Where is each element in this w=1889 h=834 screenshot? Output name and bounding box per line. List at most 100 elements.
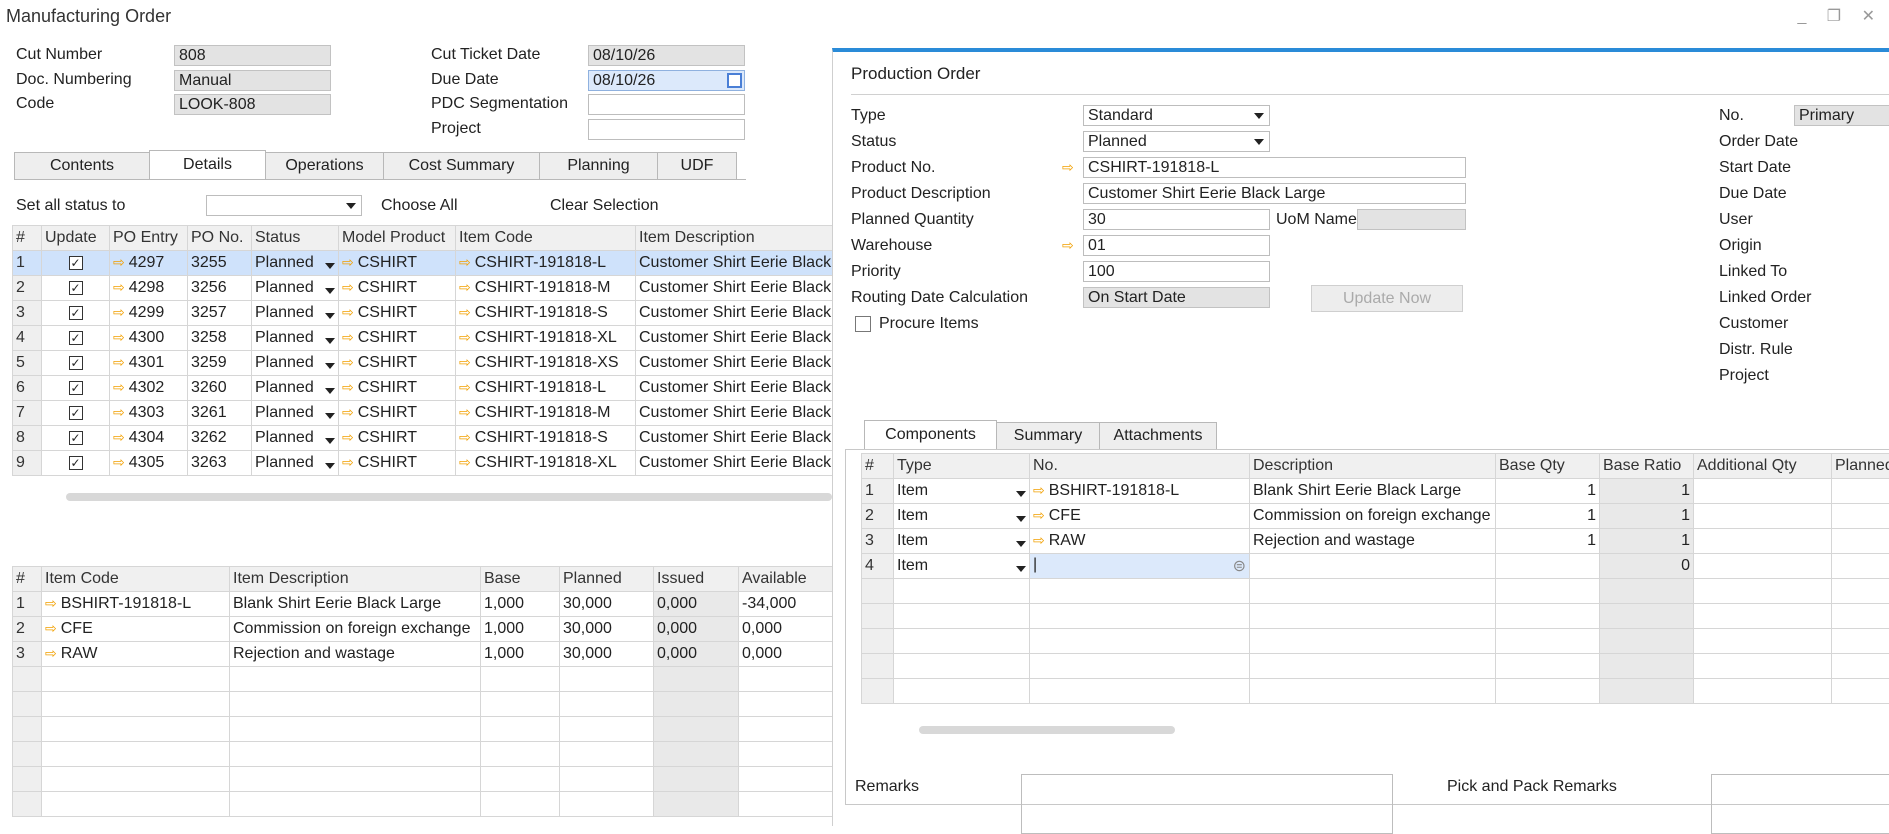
link-arrow-icon[interactable]: ⇨	[342, 329, 354, 345]
link-arrow-icon[interactable]: ⇨	[342, 354, 354, 370]
window-controls[interactable]: _ ❐ ✕	[1797, 6, 1883, 26]
table-row[interactable]: 3⇨RAWRejection and wastage1,00030,0000,0…	[13, 642, 833, 667]
link-arrow-icon[interactable]: ⇨	[1033, 482, 1045, 498]
additional-qty-cell[interactable]	[1694, 504, 1832, 529]
chevron-down-icon[interactable]	[325, 288, 335, 294]
item-code-cell[interactable]: ⇨CSHIRT-191818-L	[456, 376, 636, 401]
status-cell[interactable]: Planned	[252, 326, 339, 351]
base-qty-cell[interactable]: 1	[1496, 504, 1600, 529]
description-cell[interactable]: Blank Shirt Eerie Black Large	[1250, 479, 1496, 504]
item-code-cell[interactable]	[42, 792, 230, 817]
link-arrow-icon[interactable]: ⇨	[459, 329, 471, 345]
horizontal-scrollbar[interactable]	[66, 493, 832, 501]
link-arrow-icon[interactable]: ⇨	[113, 454, 125, 470]
status-cell[interactable]: Planned	[252, 351, 339, 376]
col-header[interactable]: Base Ratio	[1600, 454, 1694, 479]
item-code-cell[interactable]: ⇨CSHIRT-191818-XL	[456, 326, 636, 351]
tab-contents[interactable]: Contents	[14, 152, 150, 179]
additional-qty-cell[interactable]	[1694, 604, 1832, 629]
col-header[interactable]: Available	[739, 567, 833, 592]
item-code-cell[interactable]: ⇨RAW	[42, 642, 230, 667]
table-row[interactable]: 4Item|⊜0	[862, 554, 1889, 579]
table-row[interactable]: 6✓⇨43023260Planned⇨CSHIRT⇨CSHIRT-191818-…	[13, 376, 833, 401]
tab-summary[interactable]: Summary	[996, 422, 1100, 449]
col-header[interactable]: Type	[894, 454, 1030, 479]
status-select[interactable]: Planned	[1083, 131, 1270, 152]
table-row[interactable]	[13, 667, 833, 692]
item-code-cell[interactable]: ⇨CSHIRT-191818-XS	[456, 351, 636, 376]
type-cell[interactable]	[894, 679, 1030, 704]
link-arrow-icon[interactable]: ⇨	[1033, 507, 1045, 523]
col-header[interactable]: Item Description	[230, 567, 481, 592]
warehouse-field[interactable]: 01	[1083, 235, 1270, 256]
chevron-down-icon[interactable]	[325, 413, 335, 419]
type-select[interactable]: Standard	[1083, 105, 1270, 126]
no-cell[interactable]: ⇨CFE	[1030, 504, 1250, 529]
po-entry-cell[interactable]: ⇨4301	[110, 351, 188, 376]
model-product-cell[interactable]: ⇨CSHIRT	[339, 451, 456, 476]
link-arrow-icon[interactable]: ⇨	[342, 304, 354, 320]
no-cell[interactable]: ⇨BSHIRT-191818-L	[1030, 479, 1250, 504]
item-code-cell[interactable]: ⇨CSHIRT-191818-M	[456, 276, 636, 301]
tab-udf[interactable]: UDF	[657, 152, 737, 179]
table-row[interactable]	[862, 604, 1889, 629]
project-field[interactable]	[588, 119, 745, 140]
link-arrow-icon[interactable]: ⇨	[342, 404, 354, 420]
chevron-down-icon[interactable]	[1016, 491, 1026, 497]
planned-cell[interactable]	[1832, 604, 1889, 629]
base-qty-cell[interactable]	[1496, 654, 1600, 679]
link-arrow-icon[interactable]: ⇨	[113, 329, 125, 345]
link-arrow-icon[interactable]: ⇨	[342, 279, 354, 295]
additional-qty-cell[interactable]	[1694, 679, 1832, 704]
col-header[interactable]: Item Code	[42, 567, 230, 592]
table-row[interactable]: 1✓⇨42973255Planned⇨CSHIRT⇨CSHIRT-191818-…	[13, 251, 833, 276]
chevron-down-icon[interactable]	[325, 363, 335, 369]
due-date-field[interactable]: 08/10/26	[588, 70, 745, 91]
base-qty-cell[interactable]: 1	[1496, 479, 1600, 504]
chevron-down-icon[interactable]	[325, 388, 335, 394]
type-cell[interactable]: Item	[894, 479, 1030, 504]
table-row[interactable]	[862, 629, 1889, 654]
status-cell[interactable]: Planned	[252, 451, 339, 476]
tab-attachments[interactable]: Attachments	[1099, 422, 1217, 449]
update-checkbox[interactable]: ✓	[69, 431, 83, 445]
description-cell[interactable]	[1250, 554, 1496, 579]
table-row[interactable]: 1⇨BSHIRT-191818-LBlank Shirt Eerie Black…	[13, 592, 833, 617]
link-arrow-icon[interactable]: ⇨	[459, 454, 471, 470]
planned-cell[interactable]	[1832, 479, 1889, 504]
link-arrow-icon[interactable]: ⇨	[1062, 159, 1074, 176]
clear-selection-button[interactable]: Clear Selection	[550, 197, 659, 215]
link-arrow-icon[interactable]: ⇨	[342, 254, 354, 270]
no-cell[interactable]	[1030, 679, 1250, 704]
model-product-cell[interactable]: ⇨CSHIRT	[339, 376, 456, 401]
update-checkbox-cell[interactable]: ✓	[42, 426, 110, 451]
link-arrow-icon[interactable]: ⇨	[459, 404, 471, 420]
link-arrow-icon[interactable]: ⇨	[342, 429, 354, 445]
item-code-cell[interactable]: ⇨CFE	[42, 617, 230, 642]
tab-planning[interactable]: Planning	[539, 152, 658, 179]
link-arrow-icon[interactable]: ⇨	[45, 645, 57, 661]
item-code-cell[interactable]	[42, 692, 230, 717]
status-cell[interactable]: Planned	[252, 401, 339, 426]
table-row[interactable]	[13, 692, 833, 717]
model-product-cell[interactable]: ⇨CSHIRT	[339, 301, 456, 326]
description-cell[interactable]	[1250, 679, 1496, 704]
description-cell[interactable]	[1250, 629, 1496, 654]
table-row[interactable]: 3Item⇨RAWRejection and wastage11	[862, 529, 1889, 554]
base-qty-cell[interactable]	[1496, 679, 1600, 704]
pick-pack-remarks-textarea[interactable]	[1711, 774, 1889, 834]
col-header[interactable]: #	[13, 226, 42, 251]
no-cell[interactable]	[1030, 654, 1250, 679]
item-code-cell[interactable]	[42, 767, 230, 792]
base-qty-cell[interactable]	[1496, 579, 1600, 604]
calendar-icon[interactable]	[727, 73, 742, 88]
item-code-cell[interactable]: ⇨CSHIRT-191818-S	[456, 426, 636, 451]
link-arrow-icon[interactable]: ⇨	[113, 404, 125, 420]
po-entry-cell[interactable]: ⇨4297	[110, 251, 188, 276]
table-row[interactable]	[13, 742, 833, 767]
planned-cell[interactable]	[1832, 554, 1889, 579]
col-header[interactable]: Additional Qty	[1694, 454, 1832, 479]
table-row[interactable]: 2Item⇨CFECommission on foreign exchange1…	[862, 504, 1889, 529]
planned-cell[interactable]	[1832, 504, 1889, 529]
table-row[interactable]: 7✓⇨43033261Planned⇨CSHIRT⇨CSHIRT-191818-…	[13, 401, 833, 426]
